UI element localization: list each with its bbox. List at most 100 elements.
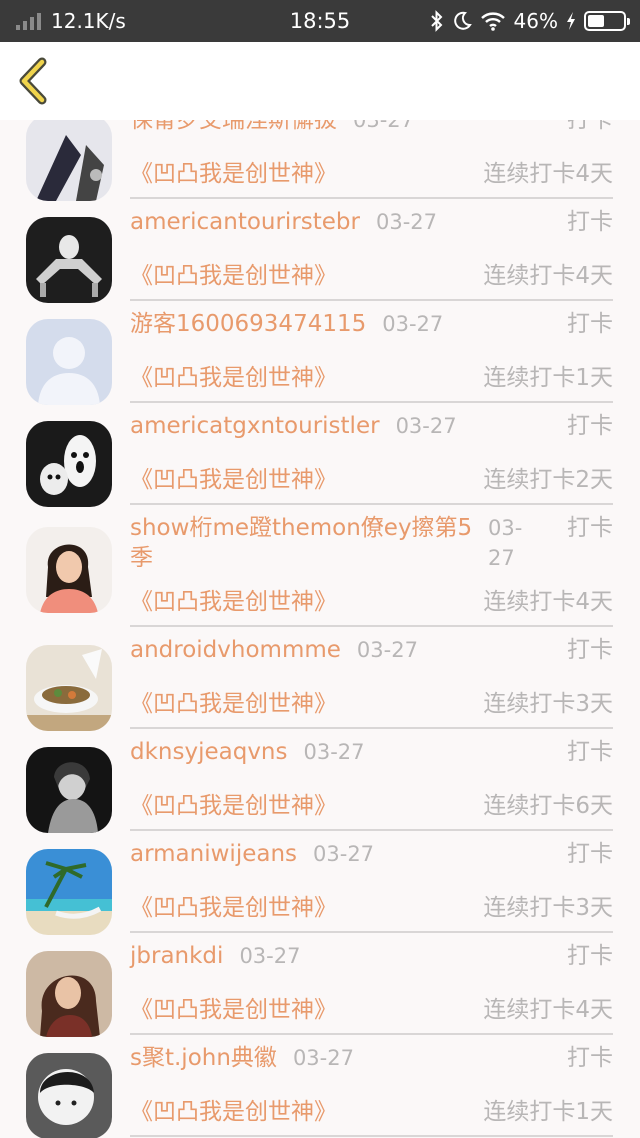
streak-text: 连续打卡6天 <box>483 793 613 819</box>
item-content: 保甯罗艾瑞涅斯懈拔 03-27 打卡 《凹凸我是创世神》 连续打卡4天 <box>130 120 613 199</box>
status-bar: 12.1K/s 18:55 46% <box>0 0 640 42</box>
item-content: 游客1600693474115 03-27 打卡 《凹凸我是创世神》 连续打卡1天 <box>130 301 613 403</box>
checkin-date: 03-27 <box>488 516 523 570</box>
avatar <box>26 527 112 613</box>
user-name-line: 保甯罗艾瑞涅斯懈拔 03-27 <box>130 120 553 135</box>
list-item[interactable]: 游客1600693474115 03-27 打卡 《凹凸我是创世神》 连续打卡1天 <box>0 301 640 405</box>
checkin-date: 03-27 <box>303 740 365 764</box>
list-item[interactable]: androidvhommme 03-27 打卡 《凹凸我是创世神》 连续打卡3天 <box>0 627 640 731</box>
list-item[interactable]: s聚t.john典徽 03-27 打卡 《凹凸我是创世神》 连续打卡1天 <box>0 1035 640 1138</box>
avatar <box>26 849 112 935</box>
avatar <box>26 645 112 731</box>
user-name-line: show桁me蹬themon僚ey擦第5季 03-27 <box>130 513 522 573</box>
user-name: 保甯罗艾瑞涅斯懈拔 <box>130 120 337 133</box>
book-title[interactable]: 《凹凸我是创世神》 <box>130 893 337 923</box>
checkin-date: 03-27 <box>239 944 301 968</box>
user-name-line: americantourirstebr 03-27 <box>130 207 553 237</box>
user-name-line: androidvhommme 03-27 <box>130 635 553 665</box>
user-name: americantourirstebr <box>130 209 360 235</box>
moon-icon <box>453 11 472 30</box>
user-name-line: armaniwijeans 03-27 <box>130 839 553 869</box>
streak-text: 连续打卡3天 <box>483 895 613 921</box>
streak-text: 连续打卡1天 <box>483 1099 613 1125</box>
list-item[interactable]: americantourirstebr 03-27 打卡 《凹凸我是创世神》 连续… <box>0 199 640 303</box>
checkin-date: 03-27 <box>395 414 457 438</box>
streak-text: 连续打卡2天 <box>483 467 613 493</box>
streak-text: 连续打卡4天 <box>483 997 613 1023</box>
item-content: americatgxntouristler 03-27 打卡 《凹凸我是创世神》 … <box>130 403 613 505</box>
user-name: show桁me蹬themon僚ey擦第5季 <box>130 515 473 571</box>
wifi-icon <box>480 12 505 31</box>
book-title[interactable]: 《凹凸我是创世神》 <box>130 689 337 719</box>
item-content: dknsyjeaqvns 03-27 打卡 《凹凸我是创世神》 连续打卡6天 <box>130 729 613 831</box>
item-content: armaniwijeans 03-27 打卡 《凹凸我是创世神》 连续打卡3天 <box>130 831 613 933</box>
checkin-label: 打卡 <box>567 311 613 337</box>
checkin-date: 03-27 <box>353 120 415 132</box>
item-content: s聚t.john典徽 03-27 打卡 《凹凸我是创世神》 连续打卡1天 <box>130 1035 613 1137</box>
book-title[interactable]: 《凹凸我是创世神》 <box>130 995 337 1025</box>
checkin-date: 03-27 <box>313 842 375 866</box>
checkin-date: 03-27 <box>292 1046 354 1070</box>
checkin-date: 03-27 <box>382 312 444 336</box>
charging-icon <box>567 12 575 30</box>
user-name: armaniwijeans <box>130 841 298 867</box>
list-item[interactable]: dknsyjeaqvns 03-27 打卡 《凹凸我是创世神》 连续打卡6天 <box>0 729 640 833</box>
user-name-line: 游客1600693474115 03-27 <box>130 309 553 339</box>
checkin-date: 03-27 <box>356 638 418 662</box>
checkin-label: 打卡 <box>567 515 613 541</box>
user-name-line: s聚t.john典徽 03-27 <box>130 1043 553 1073</box>
checkin-label: 打卡 <box>567 1045 613 1071</box>
user-name: jbrankdi <box>130 943 224 969</box>
book-title[interactable]: 《凹凸我是创世神》 <box>130 363 337 393</box>
item-content: americantourirstebr 03-27 打卡 《凹凸我是创世神》 连续… <box>130 199 613 301</box>
checkin-label: 打卡 <box>567 209 613 235</box>
list-item[interactable]: jbrankdi 03-27 打卡 《凹凸我是创世神》 连续打卡4天 <box>0 933 640 1037</box>
status-right: 46% <box>430 9 630 33</box>
list-item[interactable]: 保甯罗艾瑞涅斯懈拔 03-27 打卡 《凹凸我是创世神》 连续打卡4天 <box>0 120 640 201</box>
streak-text: 连续打卡4天 <box>483 161 613 187</box>
list-item[interactable]: americatgxntouristler 03-27 打卡 《凹凸我是创世神》 … <box>0 403 640 507</box>
book-title[interactable]: 《凹凸我是创世神》 <box>130 159 337 189</box>
user-name: americatgxntouristler <box>130 413 380 439</box>
avatar <box>26 217 112 303</box>
list-item[interactable]: show桁me蹬themon僚ey擦第5季 03-27 打卡 《凹凸我是创世神》 … <box>0 505 640 627</box>
back-button[interactable] <box>14 56 54 106</box>
header <box>0 42 640 120</box>
user-name: dknsyjeaqvns <box>130 739 288 765</box>
battery-fill <box>588 15 604 27</box>
user-name: 游客1600693474115 <box>130 311 367 337</box>
checkin-date: 03-27 <box>376 210 438 234</box>
user-name: s聚t.john典徽 <box>130 1045 277 1071</box>
battery-icon <box>584 11 630 31</box>
book-title[interactable]: 《凹凸我是创世神》 <box>130 791 337 821</box>
chevron-left-icon <box>19 57 47 105</box>
streak-text: 连续打卡4天 <box>483 263 613 289</box>
streak-text: 连续打卡1天 <box>483 365 613 391</box>
checkin-label: 打卡 <box>567 841 613 867</box>
checkin-label: 打卡 <box>567 413 613 439</box>
avatar <box>26 421 112 507</box>
checkin-list: 保甯罗艾瑞涅斯懈拔 03-27 打卡 《凹凸我是创世神》 连续打卡4天 ameri… <box>0 120 640 1138</box>
user-name-line: jbrankdi 03-27 <box>130 941 553 971</box>
item-content: jbrankdi 03-27 打卡 《凹凸我是创世神》 连续打卡4天 <box>130 933 613 1035</box>
avatar <box>26 1053 112 1138</box>
avatar <box>26 951 112 1037</box>
book-title[interactable]: 《凹凸我是创世神》 <box>130 261 337 291</box>
battery-percent: 46% <box>513 9 558 33</box>
checkin-label: 打卡 <box>567 943 613 969</box>
avatar <box>26 747 112 833</box>
user-name-line: dknsyjeaqvns 03-27 <box>130 737 553 767</box>
checkin-label: 打卡 <box>567 637 613 663</box>
book-title[interactable]: 《凹凸我是创世神》 <box>130 587 337 617</box>
item-content: show桁me蹬themon僚ey擦第5季 03-27 打卡 《凹凸我是创世神》 … <box>130 505 613 627</box>
bluetooth-icon <box>430 10 442 32</box>
item-content: androidvhommme 03-27 打卡 《凹凸我是创世神》 连续打卡3天 <box>130 627 613 729</box>
avatar <box>26 319 112 405</box>
book-title[interactable]: 《凹凸我是创世神》 <box>130 1097 337 1127</box>
list-item[interactable]: armaniwijeans 03-27 打卡 《凹凸我是创世神》 连续打卡3天 <box>0 831 640 935</box>
user-name-line: americatgxntouristler 03-27 <box>130 411 553 441</box>
checkin-label: 打卡 <box>567 739 613 765</box>
user-name: androidvhommme <box>130 637 341 663</box>
avatar <box>26 120 112 201</box>
book-title[interactable]: 《凹凸我是创世神》 <box>130 465 337 495</box>
